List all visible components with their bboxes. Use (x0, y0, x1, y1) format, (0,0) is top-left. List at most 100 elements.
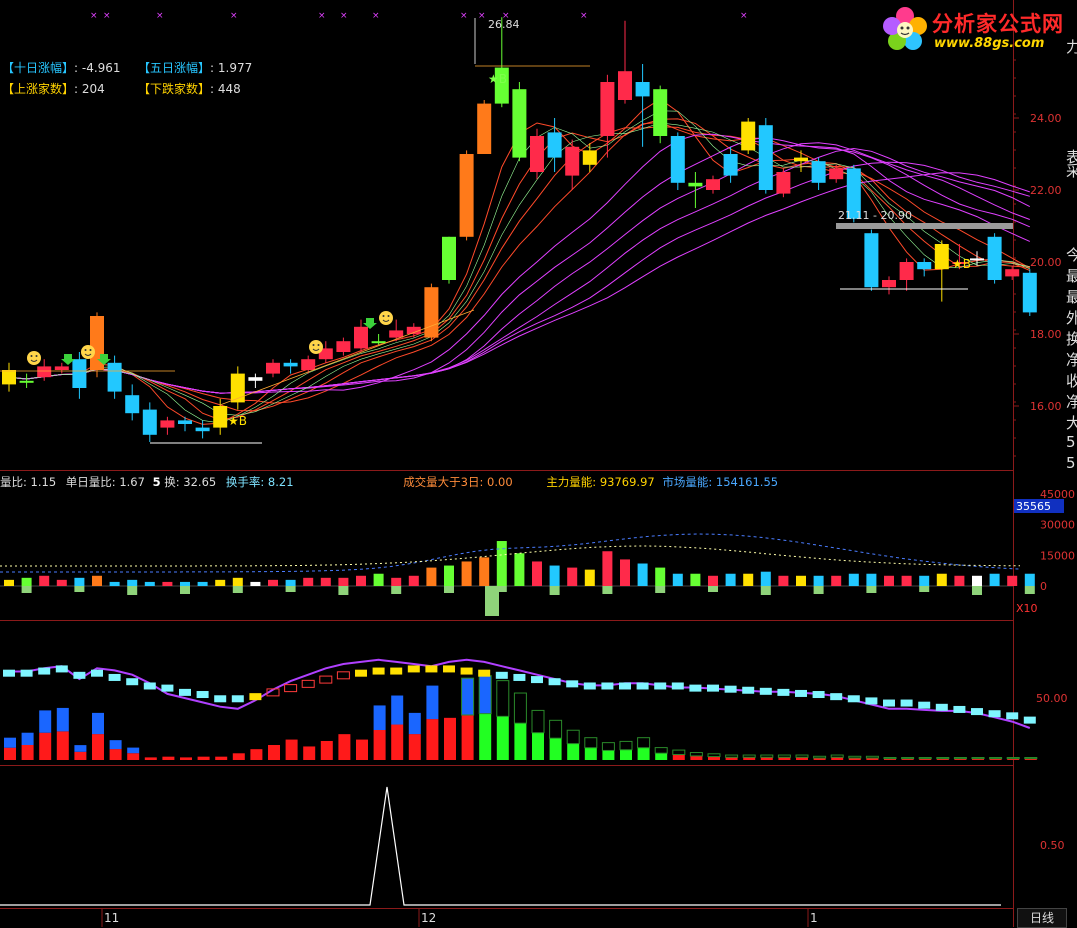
candle[interactable] (125, 384, 140, 421)
candle[interactable] (2, 362, 16, 392)
indicator-bar-lower[interactable] (92, 734, 104, 760)
volume-bar[interactable] (4, 579, 14, 586)
volume-bar[interactable] (708, 575, 718, 586)
indicator-bar-lower[interactable] (320, 740, 333, 760)
candle[interactable] (811, 157, 826, 190)
candle[interactable] (758, 118, 773, 194)
volume-bar[interactable] (303, 577, 314, 586)
indicator-bar-lower[interactable] (408, 734, 421, 760)
volume-bar[interactable] (479, 557, 490, 586)
volume-bar[interactable] (426, 567, 437, 586)
candle[interactable] (741, 118, 756, 154)
volume-bar[interactable] (637, 563, 648, 586)
volume-bar[interactable] (250, 581, 261, 586)
candle[interactable] (864, 229, 879, 291)
period-daily-button[interactable]: 日线 (1017, 908, 1067, 928)
indicator-bar-lower[interactable] (690, 755, 703, 760)
indicator-bars[interactable] (3, 658, 1038, 760)
indicator-bar-lower[interactable] (532, 732, 544, 760)
volume-bar[interactable] (831, 575, 842, 586)
indicator-bar-lower[interactable] (461, 714, 474, 760)
indicator-bar-lower[interactable] (356, 739, 368, 760)
volume-bar[interactable] (901, 575, 912, 586)
indicator-bar-lower[interactable] (496, 716, 509, 760)
candle[interactable] (477, 100, 492, 154)
candle[interactable] (882, 276, 896, 295)
candle[interactable] (248, 373, 263, 388)
volume-bar[interactable] (725, 573, 736, 586)
volume-bar[interactable] (444, 565, 454, 586)
candle[interactable] (512, 82, 527, 162)
volume-bar[interactable] (39, 575, 50, 586)
volume-bar[interactable] (180, 581, 190, 586)
volume-bar[interactable] (356, 575, 366, 586)
volume-bar[interactable] (848, 573, 859, 586)
volume-bar[interactable] (936, 573, 947, 586)
indicator-bar-lower[interactable] (514, 723, 527, 760)
indicator-bar-lower[interactable] (109, 749, 122, 760)
indicator-bar-lower[interactable] (215, 756, 228, 760)
candle[interactable] (230, 366, 245, 410)
candle[interactable] (160, 416, 175, 435)
indicator-bar-lower[interactable] (127, 753, 140, 760)
candle[interactable] (600, 74, 615, 158)
indicator-bar-lower[interactable] (479, 713, 492, 760)
volume-bar[interactable] (56, 579, 67, 586)
indicator-bar-lower[interactable] (74, 751, 87, 760)
volume-bar[interactable] (760, 571, 771, 586)
volume-bar[interactable] (496, 541, 507, 586)
volume-bar[interactable] (74, 577, 85, 586)
candle[interactable] (723, 146, 738, 183)
candle[interactable] (530, 128, 544, 180)
candle[interactable] (917, 258, 932, 277)
indicator-bar-lower[interactable] (637, 747, 650, 760)
volume-bar[interactable] (461, 561, 472, 586)
volume-bar[interactable] (320, 577, 331, 586)
candle[interactable] (90, 312, 104, 378)
candle[interactable] (178, 416, 192, 432)
volume-bar[interactable] (690, 573, 701, 586)
candle[interactable] (283, 359, 298, 374)
candle[interactable] (389, 319, 404, 342)
indicator-bar-lower[interactable] (4, 747, 16, 760)
volume-bar[interactable] (602, 551, 613, 586)
volume-bar[interactable] (989, 573, 1000, 586)
volume-bar[interactable] (215, 579, 226, 586)
candle[interactable] (776, 168, 791, 198)
volume-bar[interactable] (866, 573, 877, 586)
indicator-bar-lower[interactable] (549, 738, 562, 760)
candle[interactable] (706, 175, 720, 194)
volume-bar[interactable] (285, 579, 296, 586)
indicator-bar-lower[interactable] (197, 756, 210, 760)
candle[interactable] (442, 236, 456, 284)
candle[interactable] (688, 172, 703, 208)
volume-bar[interactable] (127, 579, 138, 586)
indicator-bar-lower[interactable] (180, 757, 192, 760)
candle[interactable] (653, 85, 668, 144)
candle[interactable] (794, 150, 808, 172)
indicator-bar-lower[interactable] (338, 734, 351, 760)
candle[interactable] (266, 359, 280, 378)
volume-bar[interactable] (1024, 573, 1035, 586)
candle[interactable] (424, 283, 439, 342)
indicator-bar-lower[interactable] (21, 744, 34, 760)
candle[interactable] (19, 373, 34, 388)
candle[interactable] (670, 132, 685, 190)
indicator-bar-lower[interactable] (620, 749, 632, 760)
volume-bar[interactable] (972, 575, 982, 586)
candlesticks[interactable] (2, 17, 1037, 442)
volume-bar[interactable] (514, 553, 525, 586)
candle[interactable] (54, 362, 69, 374)
indicator-bar-lower[interactable] (426, 719, 439, 760)
candle[interactable] (107, 355, 122, 399)
candle[interactable] (987, 233, 1002, 284)
volume-bar[interactable] (232, 577, 243, 586)
candle[interactable] (1022, 269, 1037, 316)
stock-chart[interactable]: × × × × × × × × × × × ×26.8421.11 - 20.90★B★B★B 24.… (0, 0, 1077, 927)
volume-bar[interactable] (954, 575, 965, 586)
volume-bar[interactable] (109, 581, 120, 586)
indicator-bar-lower[interactable] (655, 753, 668, 760)
candle[interactable] (371, 334, 386, 345)
indicator-bar-lower[interactable] (303, 746, 316, 760)
volume-bars[interactable] (0, 533, 1035, 616)
